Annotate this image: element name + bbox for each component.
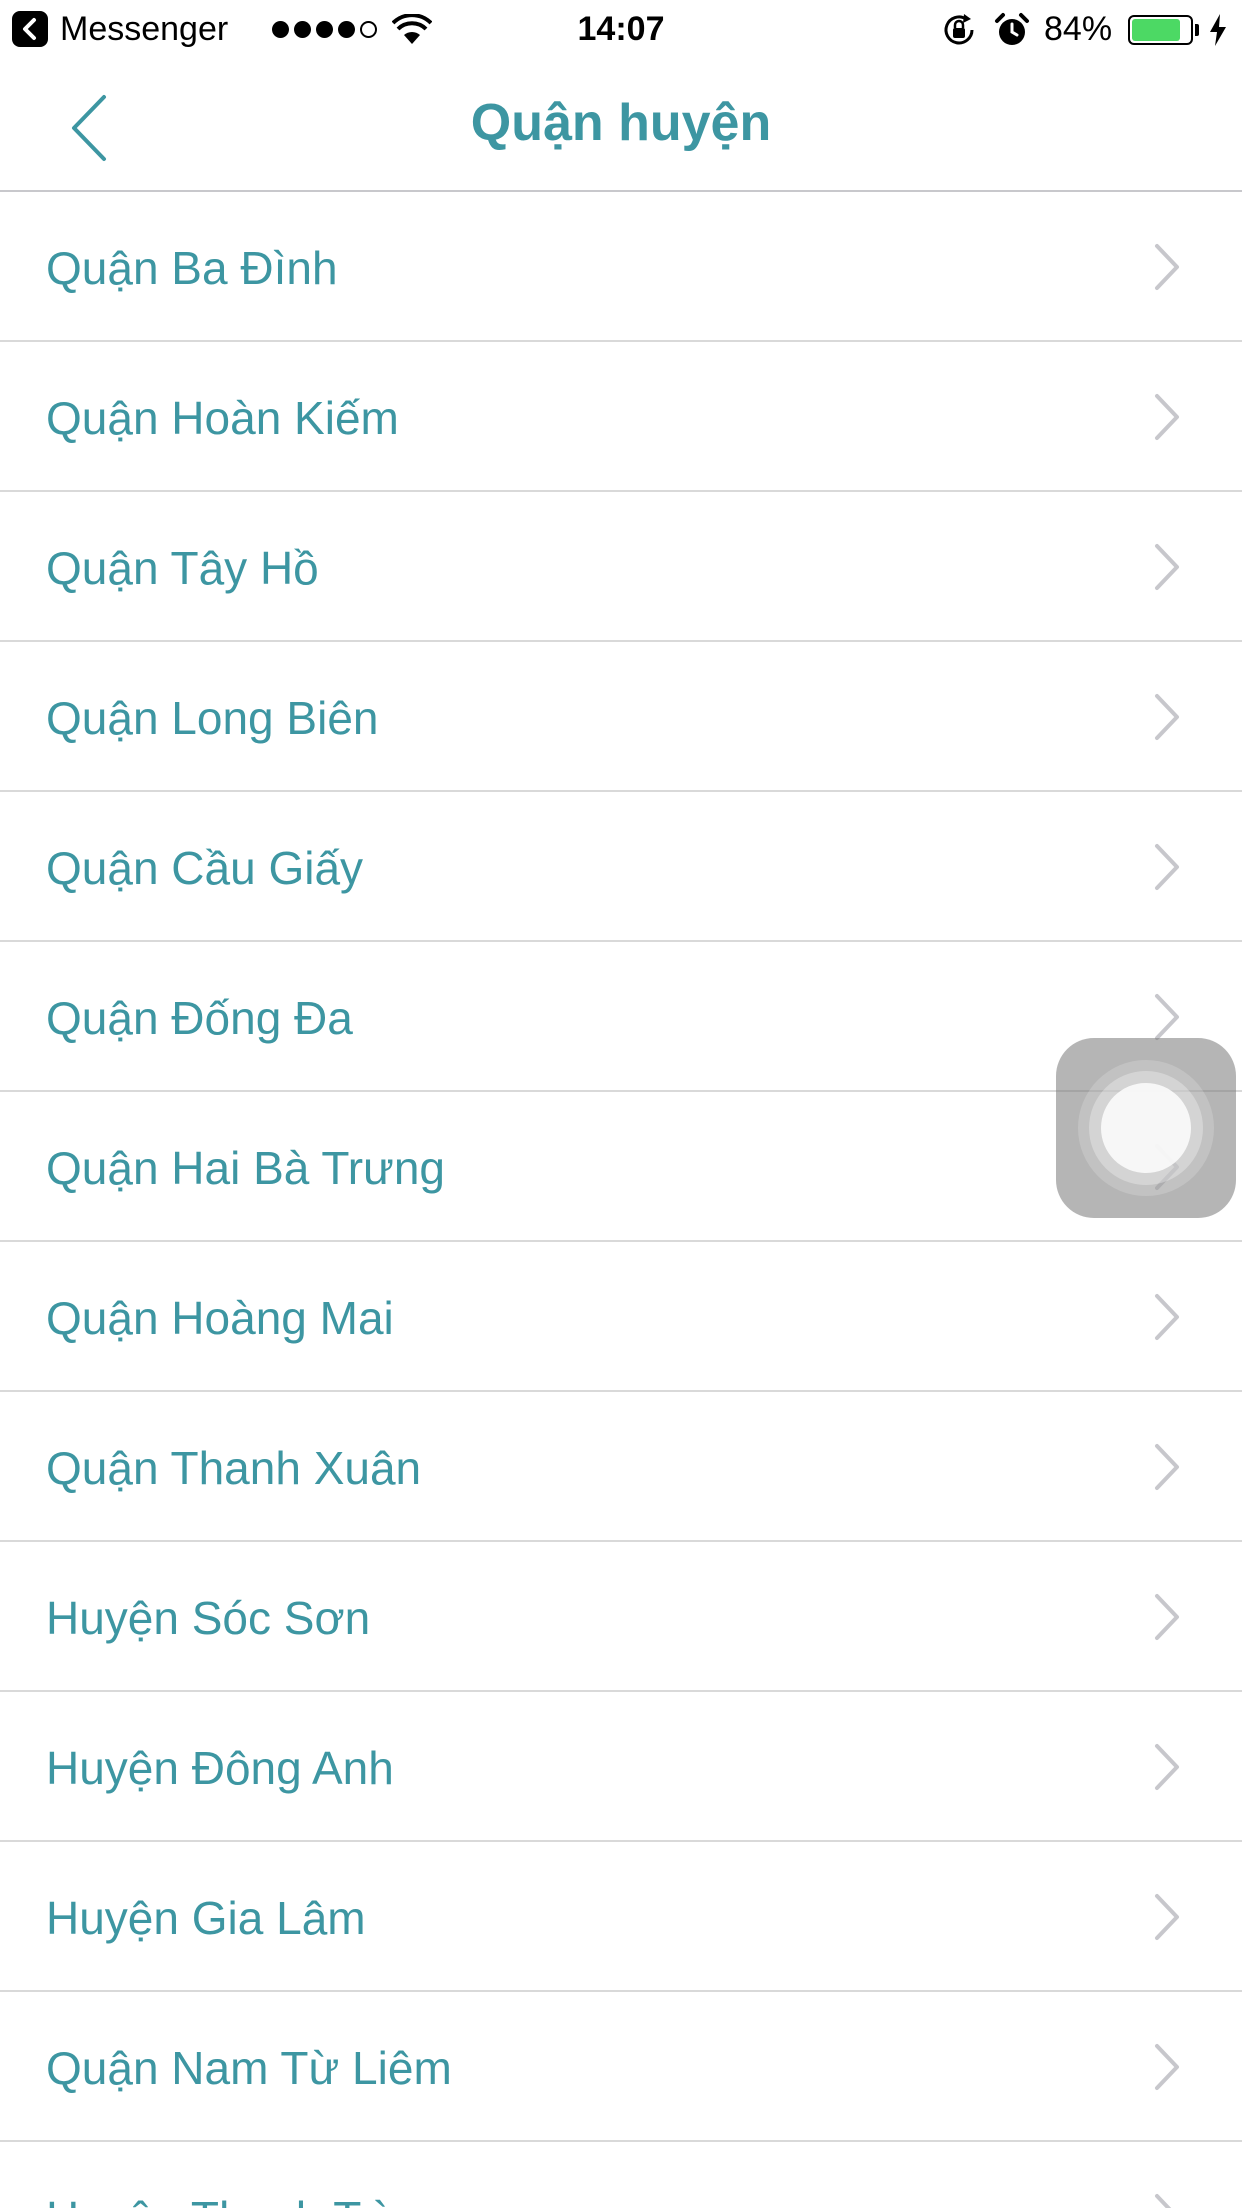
chevron-right-icon xyxy=(1155,694,1179,740)
list-item-district-10[interactable]: Huyện Sóc Sơn xyxy=(0,1542,1242,1692)
chevron-right-icon xyxy=(1155,1294,1179,1340)
assistive-touch-center xyxy=(1101,1083,1191,1173)
list-item-label: Quận Long Biên xyxy=(46,692,379,744)
chevron-right-icon xyxy=(1155,394,1179,440)
list-item-district-13[interactable]: Quận Nam Từ Liêm xyxy=(0,1992,1242,2142)
list-item-district-1[interactable]: Quận Ba Đình xyxy=(0,192,1242,342)
list-item-label: Quận Cầu Giấy xyxy=(46,842,364,894)
list-item-label: Huyện Đông Anh xyxy=(46,1742,394,1794)
chevron-right-icon xyxy=(1155,2194,1172,2208)
chevron-right-icon xyxy=(1155,994,1179,1040)
chevron-right-icon xyxy=(1155,2044,1179,2090)
list-item-label: Quận Nam Từ Liêm xyxy=(46,2042,452,2094)
battery-percent: 84% xyxy=(1044,10,1113,48)
list-item-district-12[interactable]: Huyện Gia Lâm xyxy=(0,1842,1242,1992)
list-item-district-5[interactable]: Quận Cầu Giấy xyxy=(0,792,1242,942)
list-item-district-14[interactable]: Huyện Thanh Trì xyxy=(0,2142,1242,2208)
list-item-district-8[interactable]: Quận Hoàng Mai xyxy=(0,1242,1242,1392)
list-item-district-11[interactable]: Huyện Đông Anh xyxy=(0,1692,1242,1842)
chevron-right-icon xyxy=(1155,1444,1179,1490)
list-item-label: Quận Hoàn Kiếm xyxy=(46,392,399,444)
chevron-right-icon xyxy=(1155,1744,1179,1790)
battery-icon xyxy=(1128,15,1193,45)
battery-fill xyxy=(1132,19,1180,41)
list-item-label: Quận Hai Bà Trưng xyxy=(46,1142,445,1194)
chevron-right-icon xyxy=(1155,844,1179,890)
list-item-label: Quận Hoàng Mai xyxy=(46,1292,394,1344)
assistive-touch-button[interactable] xyxy=(1056,1038,1236,1218)
rotation-lock-icon xyxy=(944,14,974,45)
navigation-bar: Quận huyện xyxy=(0,60,1242,192)
list-item-district-9[interactable]: Quận Thanh Xuân xyxy=(0,1392,1242,1542)
status-bar: Messenger 14:07 84% xyxy=(0,0,1242,60)
battery-cap xyxy=(1195,24,1199,36)
list-item-label: Huyện Gia Lâm xyxy=(46,1892,366,1944)
chevron-right-icon xyxy=(1155,544,1179,590)
list-item-label: Huyện Thanh Trì xyxy=(46,2190,388,2208)
list-item-district-2[interactable]: Quận Hoàn Kiếm xyxy=(0,342,1242,492)
list-item-label: Quận Tây Hồ xyxy=(46,542,319,594)
list-item-label: Quận Ba Đình xyxy=(46,242,338,294)
charging-bolt-icon xyxy=(1210,14,1226,46)
list-item-label: Quận Thanh Xuân xyxy=(46,1442,422,1494)
list-item-district-4[interactable]: Quận Long Biên xyxy=(0,642,1242,792)
chevron-right-icon xyxy=(1155,1894,1179,1940)
list-item-label: Quận Đống Đa xyxy=(46,992,353,1044)
list-item-district-3[interactable]: Quận Tây Hồ xyxy=(0,492,1242,642)
chevron-right-icon xyxy=(1155,1594,1179,1640)
list-item-label: Huyện Sóc Sơn xyxy=(46,1592,371,1644)
district-list: Quận Ba Đình Quận Hoàn Kiếm Quận Tây Hồ … xyxy=(0,192,1242,2208)
page-title: Quận huyện xyxy=(470,94,772,152)
alarm-clock-icon xyxy=(995,13,1029,45)
chevron-right-icon xyxy=(1155,244,1179,290)
